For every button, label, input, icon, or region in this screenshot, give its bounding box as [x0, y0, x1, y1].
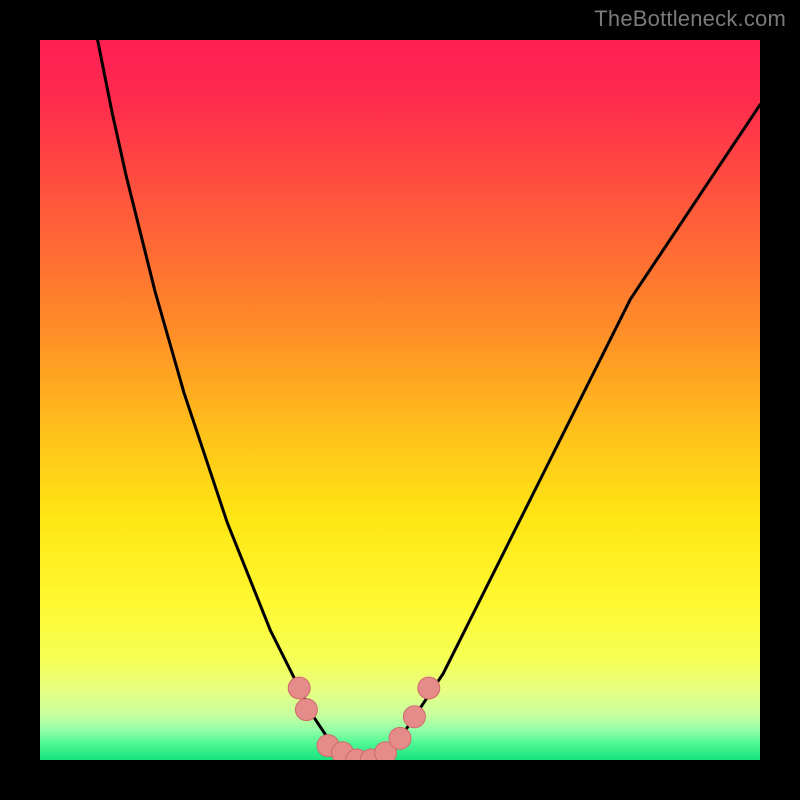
data-marker [288, 677, 310, 699]
plot-area [40, 40, 760, 760]
data-marker [389, 727, 411, 749]
chart-container: TheBottleneck.com [0, 0, 800, 800]
watermark-text: TheBottleneck.com [594, 6, 786, 32]
chart-svg [40, 40, 760, 760]
data-marker [403, 706, 425, 728]
data-marker [418, 677, 440, 699]
gradient-background [40, 40, 760, 760]
data-marker [295, 699, 317, 721]
